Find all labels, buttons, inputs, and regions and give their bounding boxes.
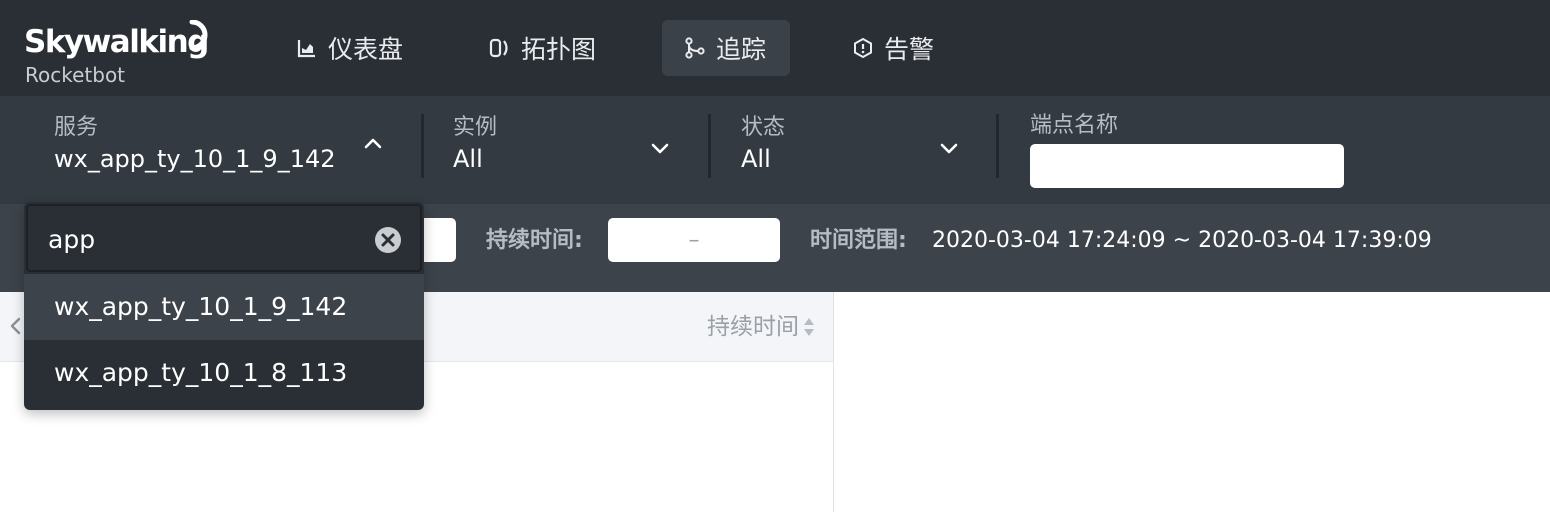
status-filter-label: 状态	[741, 115, 786, 140]
top-navigation: Skywalking Rocketbot 仪表盘 拓扑图 追踪 告警	[0, 0, 1550, 96]
chevron-down-icon[interactable]	[650, 138, 670, 158]
nav-item-trace[interactable]: 追踪	[662, 20, 790, 76]
chart-icon	[296, 37, 318, 59]
alarm-icon	[852, 37, 874, 59]
logo-arc-icon	[189, 20, 208, 51]
duration-column-header[interactable]: 持续时间	[707, 312, 799, 342]
topology-icon	[489, 37, 511, 59]
filter-separator	[708, 114, 711, 178]
nav-item-label: 仪表盘	[328, 35, 404, 64]
chevron-up-icon[interactable]	[363, 134, 383, 154]
filter-separator	[996, 114, 999, 178]
instance-filter-value: All	[453, 145, 483, 173]
nav-item-label: 告警	[884, 35, 935, 64]
service-filter-value: wx_app_ty_10_1_9_142	[54, 145, 336, 173]
service-search-text: app	[48, 225, 96, 254]
endpoint-filter: 端点名称	[1030, 112, 1118, 140]
time-range-label: 时间范围:	[810, 228, 907, 253]
nav-item-topology[interactable]: 拓扑图	[467, 20, 618, 76]
status-filter[interactable]: 状态 All	[741, 114, 785, 176]
filter-separator	[421, 114, 424, 178]
nav-item-label: 追踪	[716, 35, 767, 64]
skywalking-logo[interactable]: Skywalking Rocketbot	[24, 20, 214, 88]
logo-subtitle: Rocketbot	[25, 63, 126, 87]
instance-filter[interactable]: 实例 All	[453, 114, 497, 176]
duration-value: –	[688, 227, 700, 253]
service-search-input[interactable]: app	[26, 204, 422, 272]
endpoint-name-input[interactable]	[1030, 144, 1344, 188]
service-option[interactable]: wx_app_ty_10_1_8_113	[24, 340, 424, 406]
panel-divider[interactable]	[833, 292, 834, 512]
clear-icon[interactable]	[374, 226, 402, 254]
trace-icon	[684, 37, 706, 59]
service-option[interactable]: wx_app_ty_10_1_9_142	[24, 274, 424, 340]
time-range-value[interactable]: 2020-03-04 17:24:09 ~ 2020-03-04 17:39:0…	[932, 226, 1432, 256]
nav-item-dashboard[interactable]: 仪表盘	[274, 20, 425, 76]
nav-item-label: 拓扑图	[521, 35, 597, 64]
service-dropdown: app wx_app_ty_10_1_9_142 wx_app_ty_10_1_…	[24, 202, 424, 410]
duration-input[interactable]: –	[608, 218, 780, 262]
chevron-down-icon[interactable]	[939, 138, 959, 158]
nav-item-alarm[interactable]: 告警	[830, 20, 956, 76]
endpoint-filter-label: 端点名称	[1030, 113, 1119, 138]
logo-text: Skywalking	[24, 24, 209, 60]
duration-label: 持续时间:	[486, 228, 583, 253]
service-filter[interactable]: 服务 wx_app_ty_10_1_9_142	[54, 114, 336, 176]
chevron-left-icon[interactable]	[8, 316, 22, 336]
sort-icon[interactable]	[803, 316, 815, 338]
filter-bar: 服务 wx_app_ty_10_1_9_142 实例 All 状态 All 端点…	[0, 96, 1550, 204]
trace-id-input[interactable]	[420, 218, 456, 262]
status-filter-value: All	[741, 145, 771, 173]
service-filter-label: 服务	[54, 115, 99, 140]
instance-filter-label: 实例	[453, 115, 498, 140]
